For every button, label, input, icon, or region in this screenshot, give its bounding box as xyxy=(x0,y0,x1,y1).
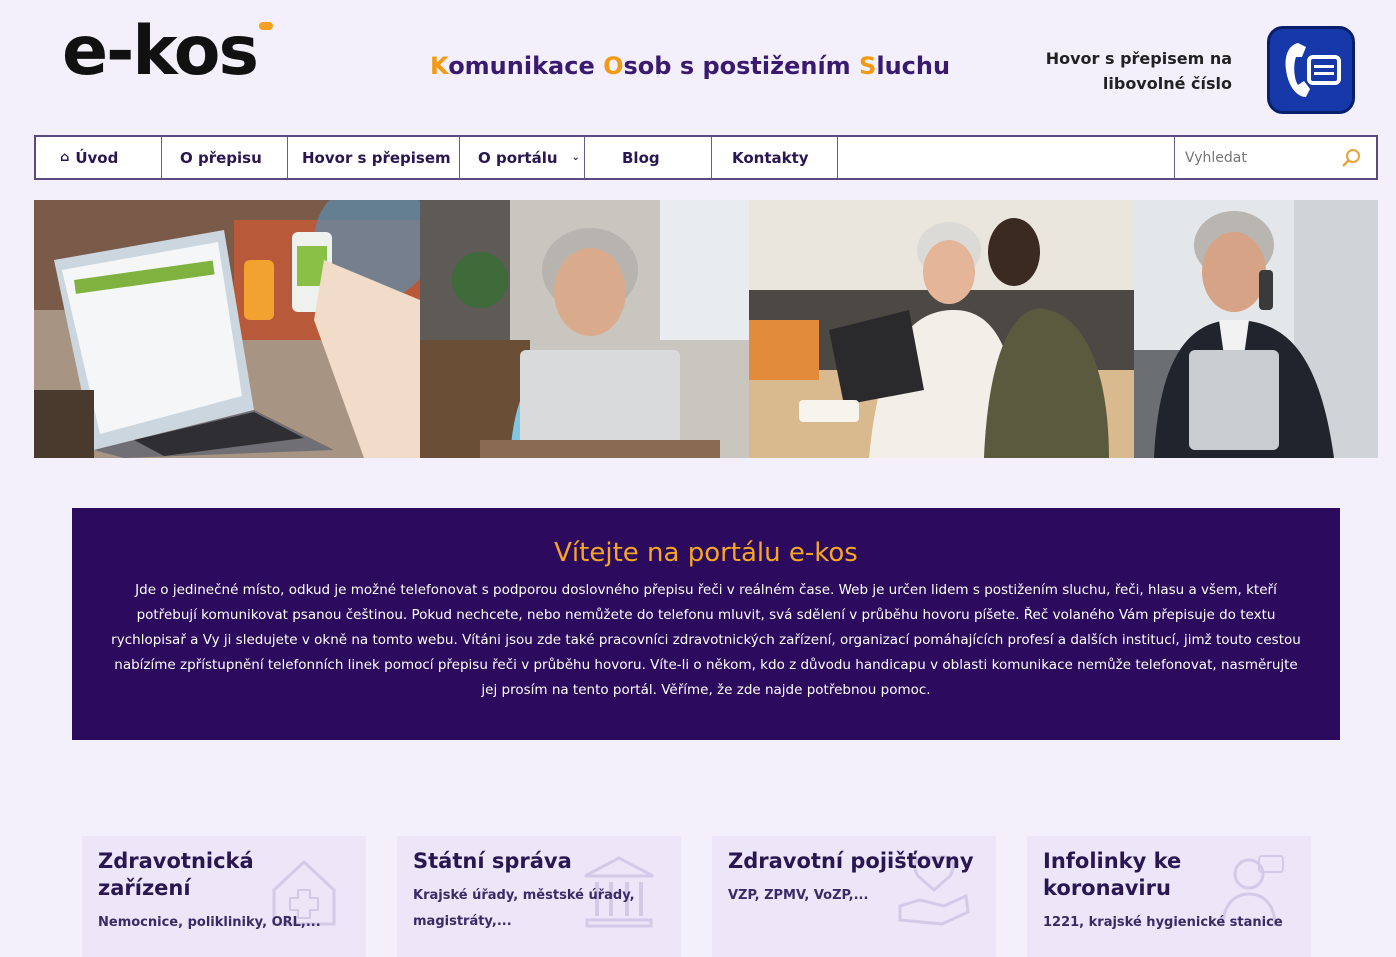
nav-item-label: Úvod xyxy=(75,148,119,167)
tagline-part: sob s postižením xyxy=(623,52,860,80)
phone-subtitle-icon[interactable] xyxy=(1267,26,1355,114)
card-zdravotnicka-zarizeni[interactable]: Zdravotnická zařízení Nemocnice, polikli… xyxy=(82,836,366,957)
home-icon: ⌂ xyxy=(60,150,70,165)
nav-item-label: Kontakty xyxy=(732,148,809,167)
nav-item-label: Hovor s přepisem xyxy=(302,148,451,167)
site-tagline: Komunikace Osob s postižením Sluchu xyxy=(430,52,950,80)
nav-item-uvod[interactable]: ⌂ Úvod xyxy=(36,137,162,178)
nav-item-label: O přepisu xyxy=(180,148,262,167)
card-title: Infolinky ke koronaviru xyxy=(1043,849,1182,900)
hero-banner xyxy=(34,200,1378,458)
nav-item-hovor-s-prepisem[interactable]: Hovor s přepisem xyxy=(288,137,460,178)
logo-accent xyxy=(258,22,273,30)
welcome-section: Vítejte na portálu e-kos Jde o jedinečné… xyxy=(72,508,1340,740)
tagline-part: O xyxy=(603,52,624,80)
main-navigation: ⌂ Úvod O přepisu Hovor s přepisem O port… xyxy=(34,135,1378,180)
tagline-part: K xyxy=(430,52,449,80)
logo-text: e-kos xyxy=(62,12,259,91)
tagline-part: luchu xyxy=(876,52,951,80)
card-title: Zdravotní pojišťovny xyxy=(728,849,974,873)
search-input[interactable] xyxy=(1185,149,1325,166)
call-text-line2: libovolné číslo xyxy=(1102,74,1232,93)
search-box xyxy=(1174,137,1376,178)
senior-woman-phone-laptop-photo xyxy=(420,200,749,458)
card-title: Státní správa xyxy=(413,849,572,873)
welcome-title: Vítejte na portálu e-kos xyxy=(554,538,858,568)
search-icon[interactable] xyxy=(1340,147,1362,173)
call-with-transcript-link[interactable]: Hovor s přepisem na libovolné číslo xyxy=(1046,46,1232,96)
card-description: VZP, ZPMV, VoZP,... xyxy=(728,888,869,903)
chevron-down-icon: ⌄ xyxy=(571,152,580,163)
tagline-part: S xyxy=(859,52,877,80)
welcome-text: Jde o jedinečné místo, odkud je možné te… xyxy=(111,582,1301,698)
page: e-kos Komunikace Osob s postižením Sluch… xyxy=(0,0,1396,957)
card-description: Nemocnice, polikliniky, ORL,... xyxy=(98,915,321,930)
card-description: 1221, krajské hygienické stanice xyxy=(1043,915,1283,930)
laptop-and-phone-photo xyxy=(34,200,420,458)
man-phone-tablet-photo xyxy=(1134,200,1378,458)
nav-item-label: Blog xyxy=(622,148,660,167)
card-statni-sprava[interactable]: Státní správa Krajské úřady, městské úřa… xyxy=(397,836,681,957)
card-description: Krajské úřady, městské úřady, magistráty… xyxy=(413,888,635,929)
grandmother-granddaughter-tablet-photo xyxy=(749,200,1134,458)
site-logo[interactable]: e-kos xyxy=(62,18,273,86)
tagline-part: omunikace xyxy=(448,52,604,80)
card-title: Zdravotnická zařízení xyxy=(98,849,254,900)
nav-item-kontakty[interactable]: Kontakty xyxy=(712,137,838,178)
card-infolinky-koronavirus[interactable]: Infolinky ke koronaviru 1221, krajské hy… xyxy=(1027,836,1311,957)
nav-item-o-portalu[interactable]: O portálu ⌄ xyxy=(460,137,585,178)
call-text-line1: Hovor s přepisem na xyxy=(1045,49,1232,68)
nav-item-blog[interactable]: Blog xyxy=(585,137,712,178)
card-zdravotni-pojistovny[interactable]: Zdravotní pojišťovny VZP, ZPMV, VoZP,... xyxy=(712,836,996,957)
nav-item-o-prepisu[interactable]: O přepisu xyxy=(162,137,288,178)
nav-item-label: O portálu xyxy=(478,148,558,167)
